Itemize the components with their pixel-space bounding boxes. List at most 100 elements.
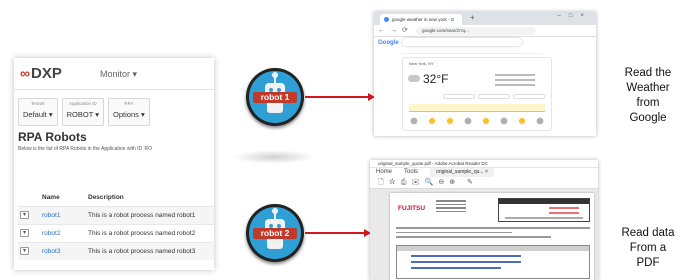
filter-value: ROBOT ▾: [66, 110, 100, 119]
robot-name-cell: robot3: [40, 241, 86, 260]
caption-line: From a: [629, 242, 667, 254]
robot-table: Name Description ▾ robot1 This is a robo…: [18, 190, 214, 260]
robot-description-cell: This is a robot process named robot1: [86, 205, 214, 224]
filter-label: Tenant: [31, 101, 45, 106]
filter-value: Options ▾: [113, 110, 145, 119]
robot-name-cell: robot2: [40, 223, 86, 242]
tenant-filter[interactable]: Tenant Default ▾: [18, 98, 58, 126]
filter-label: Application ID: [68, 101, 97, 106]
quotation-box: [498, 198, 590, 222]
forecast-days: [409, 116, 545, 126]
caption-line: Google: [629, 112, 667, 124]
cloud-icon: [499, 116, 509, 126]
menu-tools[interactable]: Tools: [404, 168, 418, 177]
caption-line: Weather: [626, 82, 670, 94]
robot-1-icon: robot 1: [246, 68, 304, 126]
weather-card: New York, NY 32°F: [402, 57, 552, 131]
browser-tab-bar: google weather in new york - G + –□×: [374, 12, 596, 25]
filter-bar: Tenant Default ▾ Application ID ROBOT ▾ …: [18, 98, 150, 126]
sun-icon: [517, 116, 527, 126]
dxp-logo-icon: ∞: [20, 65, 30, 81]
address-bar[interactable]: google.com/search?q...: [416, 27, 536, 35]
browser-toolbar: ←→⟳ google.com/search?q...: [374, 25, 596, 37]
application-id-filter[interactable]: Application ID ROBOT ▾: [61, 98, 105, 126]
browser-window: google weather in new york - G + –□× ←→⟳…: [374, 12, 596, 136]
robot-link[interactable]: robot2: [42, 230, 60, 237]
robot-description-cell: This is a robot process named robot3: [86, 241, 214, 260]
search-tabs[interactable]: [402, 50, 542, 54]
nav-buttons-icon[interactable]: ←→⟳: [378, 26, 413, 34]
filter-label: RPA: [124, 101, 134, 106]
document-tab[interactable]: original_sample_qu... ×: [430, 168, 494, 177]
expand-button[interactable]: ▾: [20, 211, 29, 219]
robot-link[interactable]: robot1: [42, 212, 60, 219]
arrow-to-pdf-line: [305, 232, 365, 234]
monitor-menu[interactable]: Monitor ▾: [100, 69, 137, 80]
pdf-menu-bar: Home Tools original_sample_qu... ×: [370, 168, 598, 177]
column-header-description: Description: [88, 194, 124, 202]
weather-temperature: 32°F: [423, 72, 449, 86]
browser-tab-title: google weather in new york - G: [392, 17, 455, 22]
robot-antenna: [274, 74, 276, 83]
robot-link[interactable]: robot3: [42, 248, 60, 255]
weather-location: New York, NY: [409, 61, 434, 66]
cloud-icon: [463, 116, 473, 126]
sun-icon: [481, 116, 491, 126]
customer-details: [396, 227, 590, 241]
rpa-options-filter[interactable]: RPA Options ▾: [108, 98, 150, 126]
weather-tabs[interactable]: [443, 94, 545, 99]
cloud-icon: [535, 116, 545, 126]
table-header-row: Name Description: [18, 190, 214, 206]
robot-label: robot 2: [253, 228, 297, 239]
page-title: RPA Robots: [18, 130, 87, 144]
filter-value: Default ▾: [23, 110, 53, 119]
pdf-window-title: original_sample_quote.pdf - Adobe Acroba…: [370, 160, 598, 168]
robot-2-icon: robot 2: [246, 204, 304, 262]
expand-cell: ▾: [18, 205, 40, 224]
robot-name-cell: robot1: [40, 205, 86, 224]
caption-line: Read the: [624, 67, 672, 79]
dxp-logo[interactable]: ∞DXP: [20, 65, 62, 82]
search-input[interactable]: [402, 38, 522, 46]
robot-label: robot 1: [253, 92, 297, 103]
column-header-expand: [18, 190, 40, 206]
browser-tab[interactable]: google weather in new york - G: [380, 14, 462, 25]
cloud-icon: [408, 75, 420, 82]
company-logo: FUJITSU: [398, 205, 426, 212]
dxp-logo-text: DXP: [30, 65, 62, 82]
expand-cell: ▾: [18, 223, 40, 242]
robot-description-cell: This is a robot process named robot2: [86, 223, 214, 242]
arrow-to-browser-line: [305, 96, 369, 98]
pdf-viewport: FUJITSU: [370, 189, 598, 280]
expand-button[interactable]: ▾: [20, 247, 29, 256]
expand-cell: ▾: [18, 241, 40, 260]
table-row: ▾ robot3 This is a robot process named r…: [18, 241, 214, 260]
caption-line: PDF: [636, 257, 660, 269]
temperature-chart: [409, 104, 545, 112]
table-row: ▾ robot1 This is a robot process named r…: [18, 205, 214, 224]
column-header-name: Name: [42, 194, 60, 202]
robot-antenna: [274, 210, 276, 219]
weather-caption: Read the Weather from Google: [612, 66, 684, 126]
expand-button[interactable]: ▾: [20, 229, 29, 237]
sun-icon: [445, 116, 455, 126]
dxp-panel: ∞DXP Monitor ▾ Tenant Default ▾ Applicat…: [14, 58, 214, 270]
dxp-header: ∞DXP Monitor ▾: [14, 58, 214, 90]
pdf-reader-window: original_sample_quote.pdf - Adobe Acroba…: [370, 160, 598, 280]
weather-details: [495, 74, 545, 89]
address-block: [436, 200, 466, 214]
table-row: ▾ robot2 This is a robot process named r…: [18, 223, 214, 242]
caption-line: from: [636, 97, 660, 109]
pdf-page: FUJITSU: [390, 193, 594, 280]
page-description: Below is the list of RPA Robots in the A…: [18, 146, 152, 152]
cloud-icon: [409, 116, 419, 126]
shadow-decoration: [232, 150, 316, 164]
menu-home[interactable]: Home: [376, 168, 392, 177]
items-table: [396, 245, 590, 279]
window-controls-icon[interactable]: –□×: [558, 13, 592, 19]
new-tab-icon[interactable]: +: [470, 13, 475, 22]
google-logo[interactable]: Google: [378, 40, 399, 46]
sun-icon: [427, 116, 437, 126]
pdf-caption: Read data From a PDF: [612, 226, 684, 271]
pdf-toolbar-icons[interactable]: 🗋☆⎙✉🔍⊖⊕ ✎: [370, 177, 598, 189]
